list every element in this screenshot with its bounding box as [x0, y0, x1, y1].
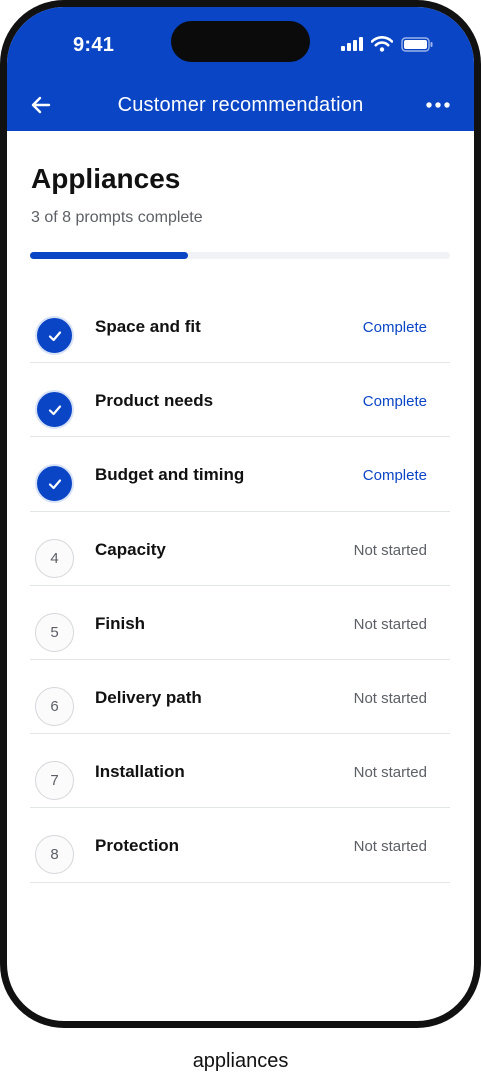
progress-summary: 3 of 8 prompts complete: [31, 209, 203, 226]
prompt-name: Protection: [95, 836, 180, 856]
battery-icon: [401, 37, 433, 52]
step-complete-icon: [35, 390, 74, 430]
check-icon: [48, 330, 61, 341]
prompt-status: Not started: [353, 689, 427, 707]
more-options-icon[interactable]: [425, 99, 451, 111]
step-number-badge: 7: [35, 761, 74, 801]
prompt-name: Budget and timing: [95, 465, 245, 485]
step-complete-icon: [35, 316, 74, 355]
progress-bar-fill: [30, 252, 188, 259]
prompt-status: Not started: [353, 764, 427, 782]
screen: 9:41 Customer recommendation Appliances …: [7, 7, 474, 1021]
prompt-name: Space and fit: [95, 317, 201, 336]
prompt-status: Not started: [353, 615, 427, 633]
page-title: Appliances: [31, 163, 181, 194]
prompt-status: Not started: [353, 838, 427, 856]
prompt-row[interactable]: 4 Capacity Not started: [30, 512, 450, 586]
prompt-name: Delivery path: [95, 687, 202, 707]
prompt-row[interactable]: Product needs Complete: [30, 363, 450, 438]
step-number-badge: 4: [35, 538, 74, 578]
prompt-status: Complete: [362, 393, 427, 411]
prompt-row[interactable]: Space and fit Complete: [30, 289, 450, 364]
step-number-badge: 6: [35, 686, 74, 726]
status-time: 9:41: [73, 34, 115, 56]
check-icon: [48, 479, 61, 489]
phone-frame: 9:41 Customer recommendation Appliances …: [0, 0, 481, 1028]
prompt-row[interactable]: 8 Protection Not started: [30, 808, 450, 883]
prompt-list: Space and fit Complete Product needs Comple…: [30, 289, 450, 883]
prompt-row[interactable]: 6 Delivery path Not started: [30, 660, 450, 735]
prompt-name: Product needs: [95, 391, 214, 411]
prompt-status: Complete: [362, 467, 427, 485]
prompt-row[interactable]: 5 Finish Not started: [30, 586, 450, 660]
prompt-status: Not started: [353, 541, 427, 559]
step-complete-icon: [35, 464, 74, 504]
step-number-badge: 5: [35, 612, 74, 652]
dynamic-island: [171, 21, 310, 62]
step-number-badge: 8: [35, 835, 74, 875]
prompt-name: Installation: [95, 762, 185, 782]
wifi-icon: [371, 36, 393, 52]
check-icon: [48, 405, 61, 415]
app-header: 9:41 Customer recommendation: [7, 7, 474, 131]
progress-bar: [30, 252, 450, 259]
prompt-name: Capacity: [95, 539, 166, 559]
prompt-row[interactable]: 7 Installation Not started: [30, 734, 450, 809]
prompt-row[interactable]: Budget and timing Complete: [30, 437, 450, 512]
signal-icon: [341, 37, 365, 51]
caption: appliances: [192, 1050, 289, 1072]
prompt-name: Finish: [95, 613, 146, 633]
prompt-status: Complete: [362, 319, 427, 336]
nav-title: Customer recommendation: [117, 94, 364, 116]
